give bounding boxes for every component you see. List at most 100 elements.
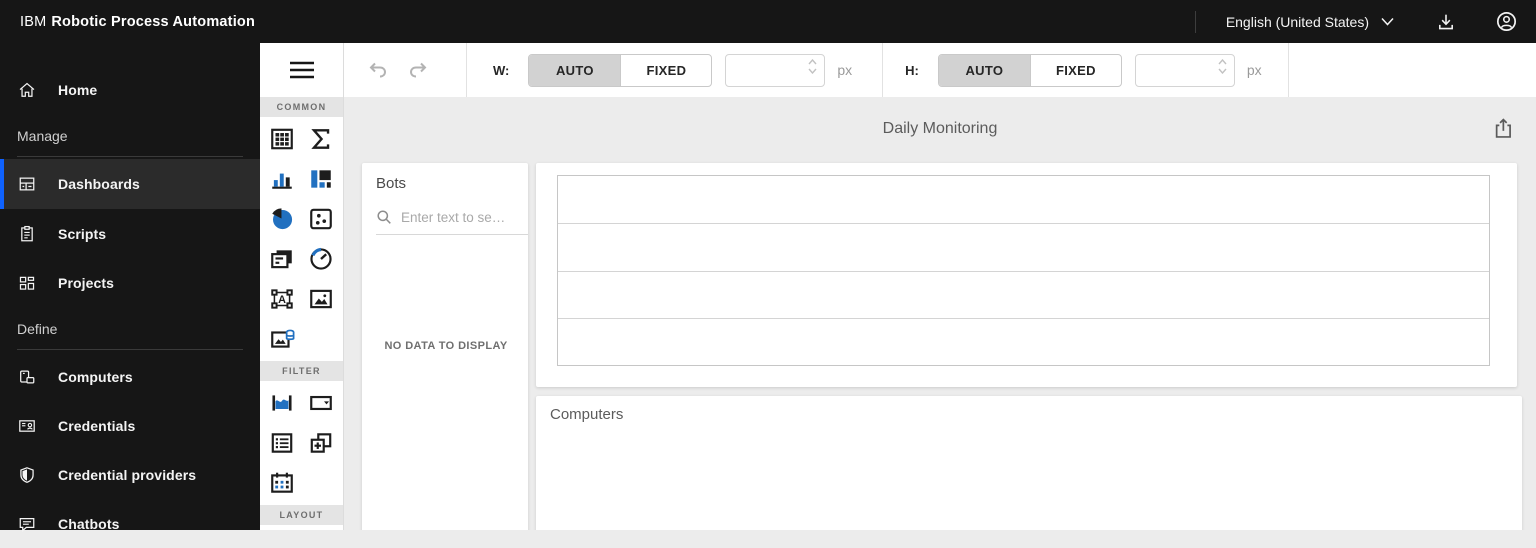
sidebar-item-credentials[interactable]: Credentials (0, 401, 260, 450)
redo-icon (409, 62, 427, 78)
sidebar-item-scripts[interactable]: Scripts (0, 209, 260, 258)
brand-name: Robotic Process Automation (51, 13, 256, 30)
palette-section-filter: FILTER (260, 361, 343, 381)
kpi-card-widget[interactable] (263, 239, 301, 279)
computers-widget[interactable]: Computers (536, 396, 1522, 530)
gauge-icon (310, 247, 332, 270)
height-value-input[interactable] (1135, 54, 1206, 86)
sidebar-item-home[interactable]: Home (0, 65, 260, 114)
bots-panel-title: Bots (376, 175, 407, 192)
list-filter-widget[interactable] (263, 423, 301, 463)
script-icon (18, 225, 36, 243)
toolbar-divider (466, 43, 467, 97)
data-table-widget[interactable] (263, 119, 301, 159)
summation-widget[interactable] (302, 119, 340, 159)
table-row (558, 270, 1489, 318)
download-button[interactable] (1434, 10, 1458, 34)
chevron-down-icon (1381, 17, 1394, 26)
user-avatar-icon (1496, 11, 1516, 32)
treemap-widget[interactable] (302, 159, 340, 199)
spinner-up-icon (1218, 58, 1227, 64)
bots-table-widget[interactable] (536, 163, 1517, 387)
gauge-widget[interactable] (302, 239, 340, 279)
bots-empty-table (557, 175, 1490, 366)
computer-icon (18, 368, 36, 386)
image-widget[interactable] (302, 279, 340, 319)
share-button[interactable] (1492, 118, 1514, 140)
app-title: IBM Robotic Process Automation (20, 14, 255, 30)
dashboard-icon (18, 175, 36, 193)
scatter-plot-icon (310, 208, 333, 230)
height-fixed-button[interactable]: FIXED (1029, 54, 1121, 86)
scatter-plot-widget[interactable] (302, 199, 340, 239)
pie-chart-widget[interactable] (263, 199, 301, 239)
svg-text:A: A (278, 294, 286, 306)
sidebar-item-chatbots[interactable]: Chatbots (0, 499, 260, 548)
image-data-icon (270, 329, 295, 348)
height-spinners[interactable] (1218, 58, 1227, 74)
home-icon (18, 81, 36, 99)
calendar-filter-widget[interactable] (263, 463, 301, 503)
sidebar-item-projects[interactable]: Projects (0, 258, 260, 307)
palette-empty-cell (302, 463, 340, 503)
search-icon (377, 210, 391, 224)
width-fixed-button[interactable]: FIXED (620, 54, 711, 86)
spinner-down-icon (1218, 68, 1227, 74)
width-px-label: px (837, 62, 853, 78)
header-divider (1194, 10, 1196, 33)
height-value-stepper[interactable] (1134, 53, 1235, 87)
sidebar-item-label: Projects (58, 274, 115, 291)
width-label: W: (493, 62, 510, 78)
undo-button[interactable] (366, 58, 390, 82)
text-box-icon: A (271, 289, 293, 309)
range-filter-icon (272, 395, 292, 411)
width-auto-button[interactable]: AUTO (529, 54, 621, 86)
height-label: H: (905, 62, 919, 78)
height-auto-button[interactable]: AUTO (938, 54, 1030, 86)
width-value-input[interactable] (726, 54, 797, 86)
palette-menu-button[interactable] (260, 43, 343, 97)
brand-prefix: IBM (20, 13, 47, 30)
bots-search-input[interactable] (401, 209, 519, 225)
table-row (558, 223, 1489, 270)
language-label: English (United States) (1225, 13, 1369, 30)
width-spinners[interactable] (808, 58, 817, 74)
header-actions: English (United States) (1194, 10, 1536, 34)
range-filter-widget[interactable] (263, 383, 301, 423)
sidebar-item-label: Dashboards (58, 176, 140, 192)
bots-empty-message: NO DATA TO DISPLAY (384, 340, 508, 352)
sidebar-item-label: Credentials (58, 417, 136, 434)
data-table-icon (270, 128, 293, 150)
language-selector[interactable]: English (United States) (1226, 14, 1394, 30)
summation-icon (311, 129, 330, 149)
table-row (558, 176, 1489, 223)
download-icon (1439, 14, 1453, 29)
toolbar-divider (1287, 43, 1289, 97)
projects-icon (18, 274, 36, 292)
sidebar-item-computers[interactable]: Computers (0, 352, 260, 401)
treemap-icon (311, 170, 331, 188)
sidebar-item-dashboards[interactable]: Dashboards (0, 159, 260, 209)
height-mode-toggle: AUTO FIXED (937, 53, 1122, 87)
pie-chart-icon (272, 208, 292, 230)
bar-chart-icon (272, 173, 292, 189)
add-filter-widget[interactable] (302, 423, 340, 463)
text-box-widget[interactable]: A (263, 279, 301, 319)
bots-filter-widget[interactable]: Bots NO DATA TO DISPLAY (362, 163, 528, 530)
palette-section-layout: LAYOUT (260, 505, 343, 525)
add-filter-icon (310, 433, 332, 453)
redo-button[interactable] (406, 58, 430, 82)
width-mode-toggle: AUTO FIXED (528, 53, 713, 87)
bots-search-field[interactable] (376, 209, 528, 235)
palette-empty-cell (302, 319, 340, 359)
bar-chart-widget[interactable] (263, 159, 301, 199)
computers-panel-title: Computers (550, 406, 624, 423)
toolbar-divider (882, 43, 884, 97)
dropdown-filter-widget[interactable] (302, 383, 340, 423)
image-data-widget[interactable] (263, 319, 301, 359)
share-icon (1495, 118, 1511, 138)
user-menu-button[interactable] (1494, 10, 1518, 34)
width-value-stepper[interactable] (725, 53, 826, 87)
shield-icon (18, 466, 36, 484)
sidebar-item-credential-providers[interactable]: Credential providers (0, 450, 260, 499)
